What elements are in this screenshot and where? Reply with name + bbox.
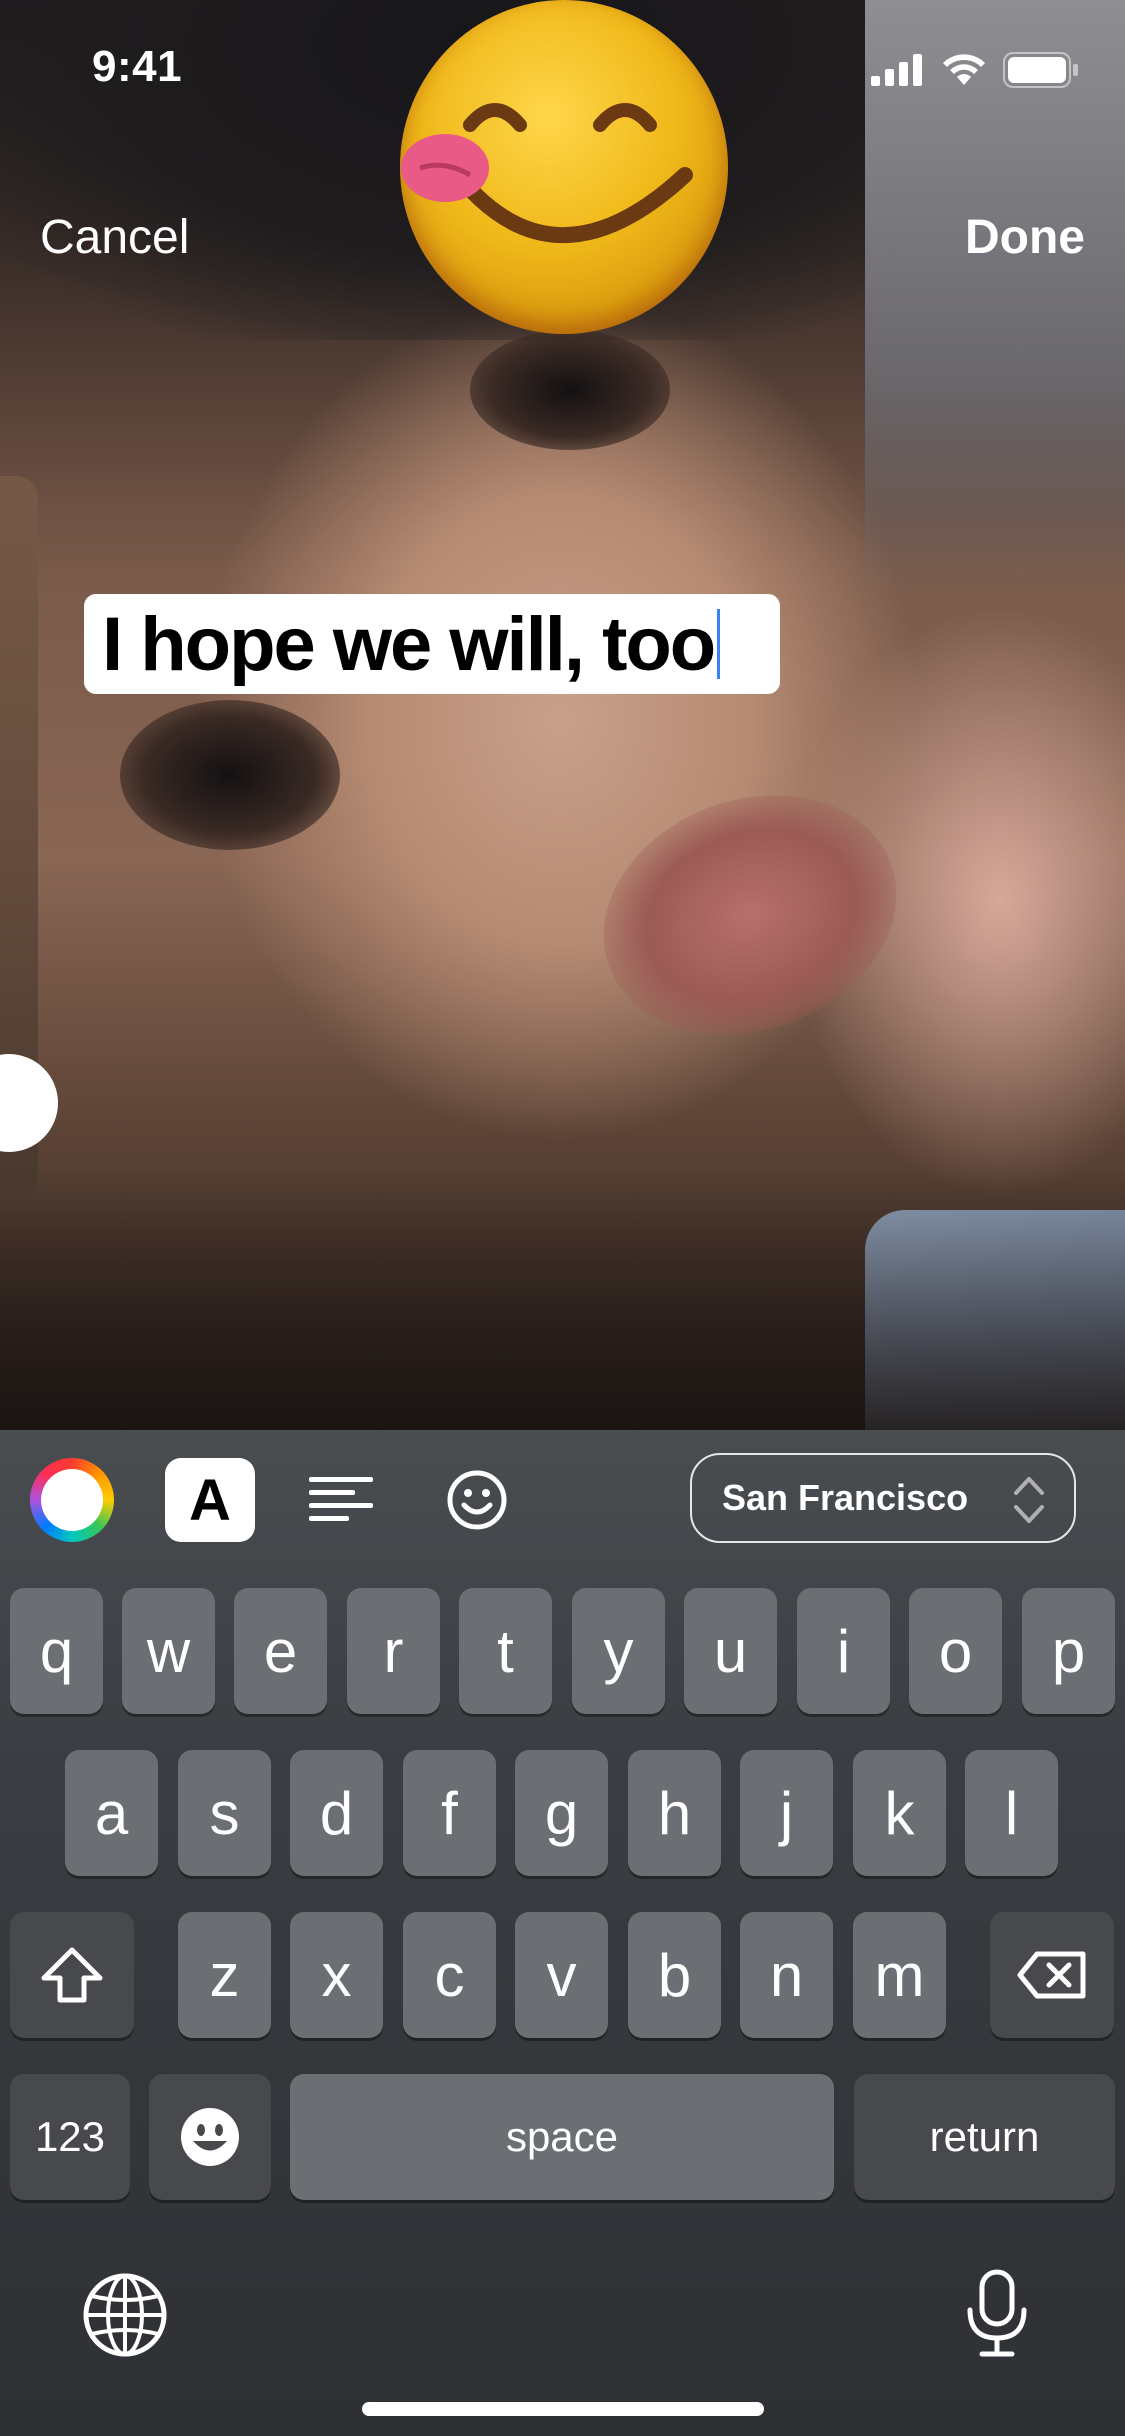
- status-time: 9:41: [92, 42, 183, 91]
- text-style-button[interactable]: A: [165, 1458, 255, 1542]
- key-t[interactable]: t: [459, 1588, 552, 1714]
- key-c[interactable]: c: [403, 1912, 496, 2038]
- shift-icon: [41, 1947, 103, 2003]
- key-b[interactable]: b: [628, 1912, 721, 2038]
- text-align-button[interactable]: [296, 1458, 386, 1542]
- delete-key[interactable]: [990, 1912, 1114, 2038]
- emoji-key[interactable]: [149, 2074, 271, 2200]
- key-i[interactable]: i: [797, 1588, 890, 1714]
- wifi-icon: [943, 54, 985, 85]
- key-j[interactable]: j: [740, 1750, 833, 1876]
- photo-eye-bottom: [120, 700, 340, 850]
- key-e[interactable]: e: [234, 1588, 327, 1714]
- key-f[interactable]: f: [403, 1750, 496, 1876]
- key-m[interactable]: m: [853, 1912, 946, 2038]
- key-d[interactable]: d: [290, 1750, 383, 1876]
- key-g[interactable]: g: [515, 1750, 608, 1876]
- key-o[interactable]: o: [909, 1588, 1002, 1714]
- photo-bottom-shade: [0, 1170, 1125, 1430]
- chevron-up-down-icon: [1014, 1477, 1044, 1523]
- key-n[interactable]: n: [740, 1912, 833, 2038]
- key-k[interactable]: k: [853, 1750, 946, 1876]
- text-cursor: [717, 609, 721, 679]
- font-picker-button[interactable]: San Francisco: [690, 1453, 1076, 1543]
- key-p[interactable]: p: [1022, 1588, 1115, 1714]
- emoji-icon: [181, 2108, 239, 2166]
- shift-key[interactable]: [10, 1912, 134, 2038]
- key-a[interactable]: a: [65, 1750, 158, 1876]
- globe-icon[interactable]: [82, 2272, 168, 2358]
- selected-color-swatch: [41, 1469, 103, 1531]
- font-name: San Francisco: [722, 1477, 969, 1518]
- done-button[interactable]: Done: [965, 210, 1085, 265]
- microphone-icon[interactable]: [962, 2268, 1032, 2358]
- smiley-icon: [447, 1470, 507, 1530]
- space-key[interactable]: space: [290, 2074, 834, 2200]
- emoji-sticker[interactable]: [400, 0, 728, 334]
- color-picker-button[interactable]: [30, 1458, 114, 1542]
- photo-lips: [569, 755, 931, 1075]
- backspace-icon: [1017, 1951, 1086, 1999]
- key-s[interactable]: s: [178, 1750, 271, 1876]
- text-sticker[interactable]: I hope we will, too: [84, 594, 780, 694]
- key-w[interactable]: w: [122, 1588, 215, 1714]
- key-y[interactable]: y: [572, 1588, 665, 1714]
- return-key[interactable]: return: [854, 2074, 1115, 2200]
- key-u[interactable]: u: [684, 1588, 777, 1714]
- cancel-button[interactable]: Cancel: [40, 210, 189, 265]
- home-indicator[interactable]: [362, 2402, 764, 2416]
- key-z[interactable]: z: [178, 1912, 271, 2038]
- photo-eye-left-top: [470, 330, 670, 450]
- key-r[interactable]: r: [347, 1588, 440, 1714]
- numbers-key[interactable]: 123: [10, 2074, 130, 2200]
- key-q[interactable]: q: [10, 1588, 103, 1714]
- text-toolbar: A San Francisco: [0, 1430, 1125, 1566]
- align-left-icon: [309, 1477, 373, 1521]
- key-x[interactable]: x: [290, 1912, 383, 2038]
- key-v[interactable]: v: [515, 1912, 608, 2038]
- signal-icon: [871, 54, 922, 86]
- status-icons: [871, 52, 1079, 88]
- text-sticker-content[interactable]: I hope we will, too: [102, 601, 716, 688]
- key-l[interactable]: l: [965, 1750, 1058, 1876]
- emoji-effect-button[interactable]: [432, 1458, 522, 1542]
- battery-icon: [1003, 52, 1078, 88]
- key-h[interactable]: h: [628, 1750, 721, 1876]
- face-savoring-food-icon: [401, 103, 693, 243]
